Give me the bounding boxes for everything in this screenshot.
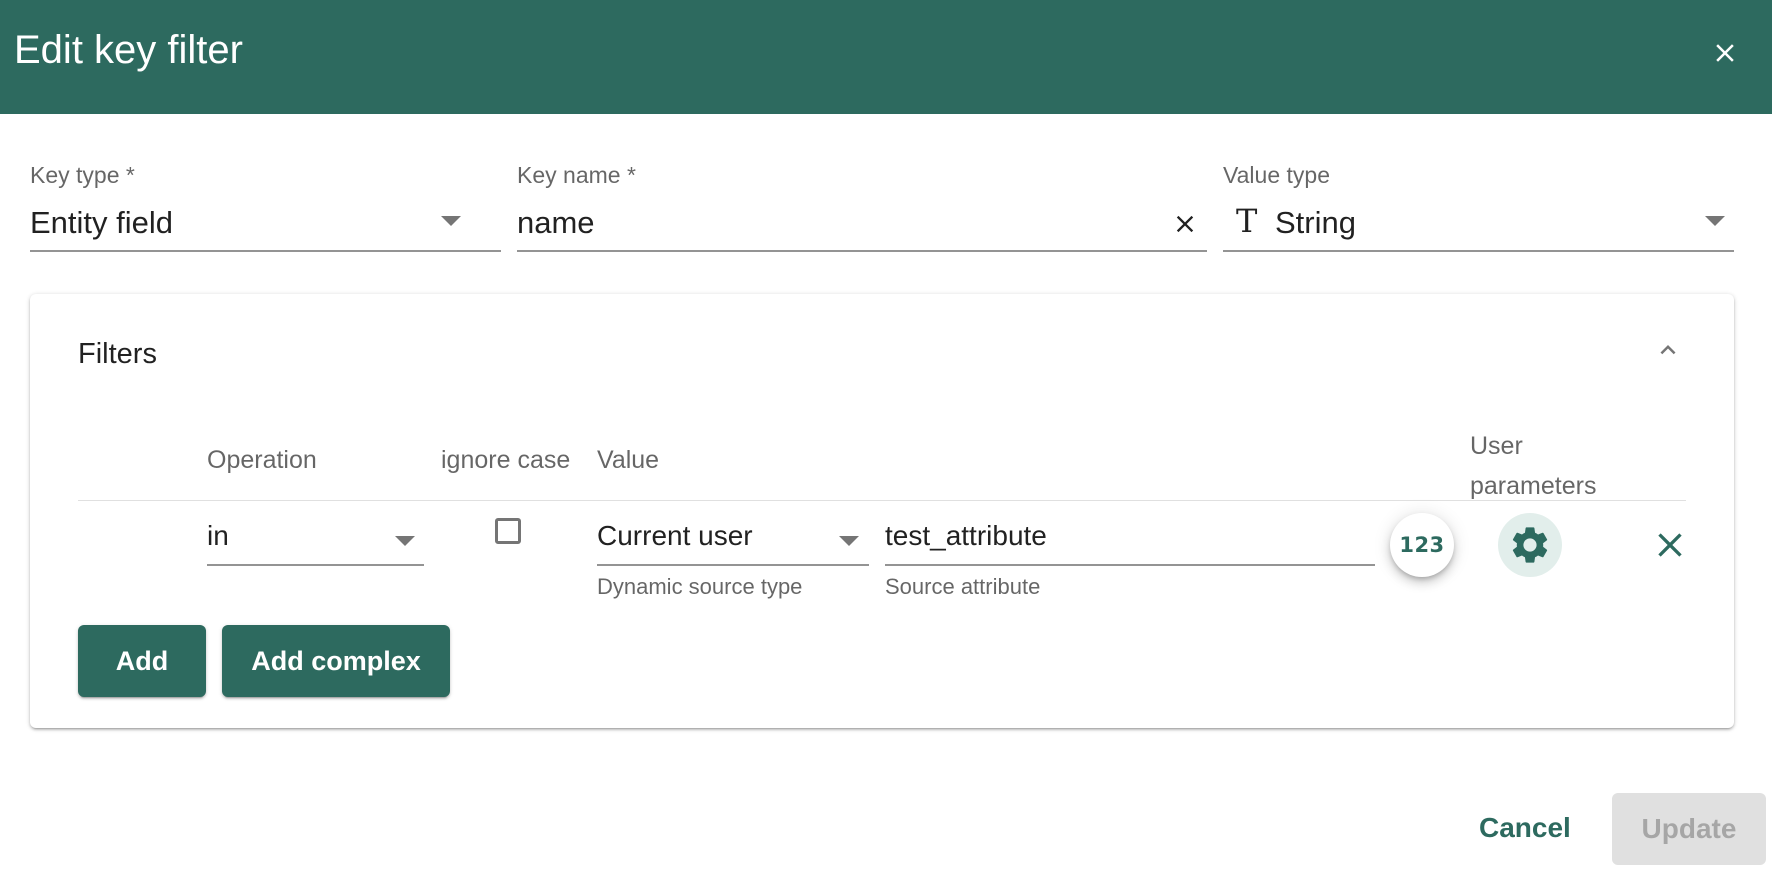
source-attribute-underline: [885, 564, 1375, 566]
user-parameters-column-header: User parameters: [1470, 426, 1596, 506]
source-attribute-hint: Source attribute: [885, 574, 1041, 599]
operation-select[interactable]: in: [207, 520, 424, 566]
key-type-underline: [30, 250, 501, 252]
filters-title: Filters: [78, 338, 157, 370]
dialog-title: Edit key filter: [14, 28, 243, 72]
remove-filter-button[interactable]: [1646, 521, 1694, 569]
dynamic-source-type-value: Current user: [597, 520, 753, 551]
operation-value: in: [207, 520, 229, 551]
close-icon: [1658, 533, 1682, 557]
numeric-icon: 123: [1399, 533, 1445, 557]
dynamic-source-type-underline: [597, 564, 869, 566]
arrow-drop-down-icon: [839, 536, 859, 546]
add-filter-button[interactable]: Add: [78, 625, 206, 697]
value-type-value: String: [1275, 205, 1356, 240]
value-type-select[interactable]: Value type T String: [1223, 162, 1734, 254]
dialog-header: Edit key filter: [0, 0, 1772, 114]
collapse-filters-button[interactable]: [1648, 330, 1688, 370]
key-name-field[interactable]: Key name * name: [517, 162, 1207, 254]
update-button[interactable]: Update: [1612, 793, 1766, 865]
add-complex-filter-button[interactable]: Add complex: [222, 625, 450, 697]
operation-underline: [207, 564, 424, 566]
close-icon: [1716, 44, 1734, 62]
source-attribute-input[interactable]: test_attribute: [885, 520, 1047, 552]
key-name-input[interactable]: name: [517, 205, 595, 241]
text-type-icon: T: [1236, 202, 1258, 240]
numeric-toggle-button[interactable]: 123: [1390, 513, 1454, 577]
key-name-label: Key name *: [517, 162, 636, 188]
clear-key-name-button[interactable]: [1167, 206, 1203, 242]
clear-icon: [1176, 215, 1194, 233]
header-divider: [78, 500, 1686, 501]
user-parameters-line1: User: [1470, 432, 1523, 460]
operation-column-header: Operation: [207, 446, 317, 474]
user-parameters-settings-button[interactable]: [1498, 513, 1562, 577]
key-type-select[interactable]: Key type * Entity field: [30, 162, 501, 254]
ignore-case-column-header: ignore case: [441, 446, 571, 474]
ignore-case-checkbox[interactable]: [495, 518, 521, 544]
close-dialog-button[interactable]: [1700, 28, 1750, 78]
filters-panel: Filters Operation ignore case Value User…: [30, 294, 1734, 728]
arrow-drop-down-icon: [395, 536, 415, 546]
key-type-value: Entity field: [30, 205, 174, 240]
value-column-header: Value: [597, 446, 660, 474]
arrow-drop-down-icon: [441, 216, 461, 226]
value-type-underline: [1223, 250, 1734, 252]
dynamic-source-type-hint: Dynamic source type: [597, 574, 803, 599]
source-attribute-field[interactable]: test_attribute Source attribute: [885, 520, 1375, 600]
dynamic-source-type-select[interactable]: Current user Dynamic source type: [597, 520, 869, 600]
gear-icon: [1512, 527, 1548, 563]
key-type-label: Key type *: [30, 162, 135, 188]
key-name-underline: [517, 250, 1207, 252]
cancel-button[interactable]: Cancel: [1479, 812, 1571, 844]
value-type-label: Value type: [1223, 162, 1330, 188]
chevron-up-icon: [1660, 345, 1676, 355]
arrow-drop-down-icon: [1705, 216, 1725, 226]
